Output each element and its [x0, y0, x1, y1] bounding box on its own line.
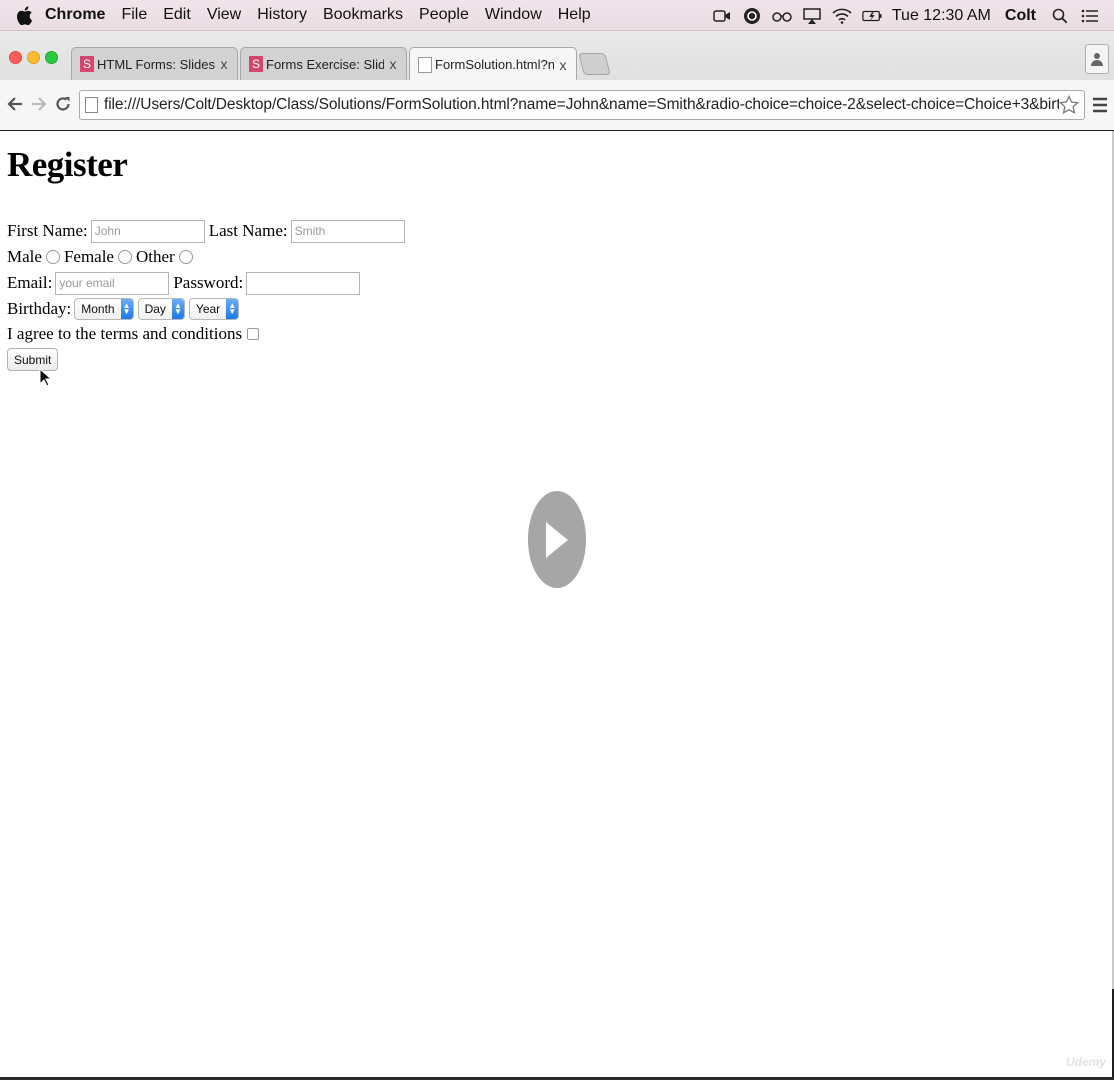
tab-forms-exercise-slides[interactable]: S Forms Exercise: Slides x: [240, 47, 407, 80]
year-select-value: Year: [195, 302, 221, 316]
new-tab-button[interactable]: [578, 53, 611, 75]
tab-close-icon[interactable]: x: [384, 56, 402, 72]
last-name-input[interactable]: Smith: [290, 219, 405, 243]
zoom-window-button[interactable]: [45, 51, 58, 64]
slides-favicon-icon: S: [249, 56, 263, 72]
tab-label: HTML Forms: Slides: [97, 56, 215, 72]
menu-file[interactable]: File: [121, 6, 147, 24]
notification-center-icon[interactable]: [1080, 7, 1100, 25]
browser-toolbar: file:///Users/Colt/Desktop/Class/Solutio…: [0, 80, 1114, 130]
menu-window[interactable]: Window: [485, 6, 542, 24]
menu-history[interactable]: History: [257, 6, 307, 24]
bookmark-star-icon[interactable]: [1059, 95, 1079, 115]
browser-chrome: S HTML Forms: Slides x S Forms Exercise:…: [0, 31, 1114, 130]
select-arrows-icon: ▲ ▼: [226, 299, 239, 319]
facetime-camera-icon[interactable]: [712, 7, 732, 25]
year-select[interactable]: Year ▲ ▼: [188, 298, 240, 320]
email-label: Email:: [7, 273, 53, 292]
reload-button[interactable]: [53, 93, 73, 115]
other-label: Other: [135, 247, 175, 266]
page-content: Register First Name: John Last Name: Smi…: [0, 131, 1112, 1077]
udemy-watermark: Udemy: [1065, 1055, 1106, 1069]
terms-checkbox[interactable]: [247, 328, 260, 340]
reload-icon: [56, 97, 70, 111]
female-label: Female: [63, 247, 114, 266]
tab-close-icon[interactable]: x: [215, 56, 233, 72]
first-name-input[interactable]: John: [90, 219, 205, 243]
document-favicon-icon: [418, 56, 432, 73]
glasses-icon[interactable]: [772, 7, 792, 25]
last-name-label: Last Name:: [208, 221, 288, 240]
hamburger-menu-icon: [1093, 97, 1107, 113]
menu-people[interactable]: People: [419, 6, 469, 24]
mouse-cursor-icon: [39, 368, 53, 387]
menu-edit[interactable]: Edit: [163, 6, 191, 24]
month-select[interactable]: Month ▲ ▼: [74, 298, 134, 320]
profile-button[interactable]: [1085, 44, 1109, 74]
slides-favicon-icon: S: [80, 56, 94, 72]
back-arrow-icon: [7, 97, 22, 111]
forward-button[interactable]: [29, 93, 49, 115]
window-controls: [9, 51, 63, 64]
password-input[interactable]: [246, 271, 361, 295]
day-select[interactable]: Day ▲ ▼: [137, 298, 185, 320]
back-button[interactable]: [5, 93, 25, 115]
play-icon: [546, 521, 568, 558]
menu-view[interactable]: View: [207, 6, 241, 24]
video-play-button[interactable]: [528, 491, 586, 588]
wifi-icon[interactable]: [832, 7, 852, 25]
name-row: First Name: John Last Name: Smith: [7, 219, 409, 243]
select-arrows-icon: ▲ ▼: [120, 299, 133, 319]
tab-form-solution[interactable]: FormSolution.html?name= x: [409, 47, 577, 81]
credentials-row: Email: your email Password:: [7, 271, 364, 295]
address-bar[interactable]: file:///Users/Colt/Desktop/Class/Solutio…: [79, 90, 1085, 120]
forward-arrow-icon: [32, 97, 47, 111]
tab-html-forms-slides[interactable]: S HTML Forms: Slides x: [71, 47, 238, 80]
person-icon: [1091, 53, 1103, 66]
tab-label: FormSolution.html?name=: [435, 57, 554, 72]
page-icon: [85, 97, 98, 113]
menu-clock[interactable]: Tue 12:30 AM: [892, 7, 991, 25]
tab-label: Forms Exercise: Slides: [266, 56, 384, 72]
password-label: Password:: [173, 273, 244, 292]
minimize-window-button[interactable]: [27, 51, 40, 64]
menu-bar: Chrome File Edit View History Bookmarks …: [0, 0, 1114, 31]
select-arrows-icon: ▲ ▼: [171, 299, 184, 319]
birthday-label: Birthday:: [7, 299, 72, 318]
menu-app-chrome[interactable]: Chrome: [45, 6, 105, 24]
terms-label: I agree to the terms and conditions: [7, 324, 243, 343]
menu-bookmarks[interactable]: Bookmarks: [323, 6, 403, 24]
apple-logo-icon[interactable]: [16, 5, 33, 25]
page-title: Register: [7, 145, 128, 184]
email-input[interactable]: your email: [55, 271, 170, 295]
close-window-button[interactable]: [9, 51, 22, 64]
airplay-icon[interactable]: [802, 7, 822, 25]
male-label: Male: [7, 247, 42, 266]
menu-user[interactable]: Colt: [1005, 7, 1036, 25]
battery-icon[interactable]: [862, 7, 882, 25]
tab-close-icon[interactable]: x: [554, 57, 572, 73]
birthday-row: Birthday: Month ▲ ▼ Day ▲ ▼ Year ▲ ▼: [7, 297, 243, 321]
gender-row: Male Female Other: [7, 245, 197, 269]
terms-row: I agree to the terms and conditions: [7, 322, 260, 346]
male-radio[interactable]: [45, 250, 60, 264]
chrome-menu-button[interactable]: [1092, 94, 1108, 116]
spotlight-search-icon[interactable]: [1050, 7, 1070, 25]
status-area: Tue 12:30 AM Colt: [702, 0, 1100, 31]
day-select-value: Day: [144, 302, 166, 316]
other-radio[interactable]: [178, 250, 193, 264]
female-radio[interactable]: [117, 250, 132, 264]
month-select-value: Month: [81, 302, 115, 316]
address-url[interactable]: file:///Users/Colt/Desktop/Class/Solutio…: [104, 96, 1059, 114]
menu-help[interactable]: Help: [558, 6, 591, 24]
first-name-label: First Name:: [7, 221, 88, 240]
creative-cloud-icon[interactable]: [742, 7, 762, 25]
